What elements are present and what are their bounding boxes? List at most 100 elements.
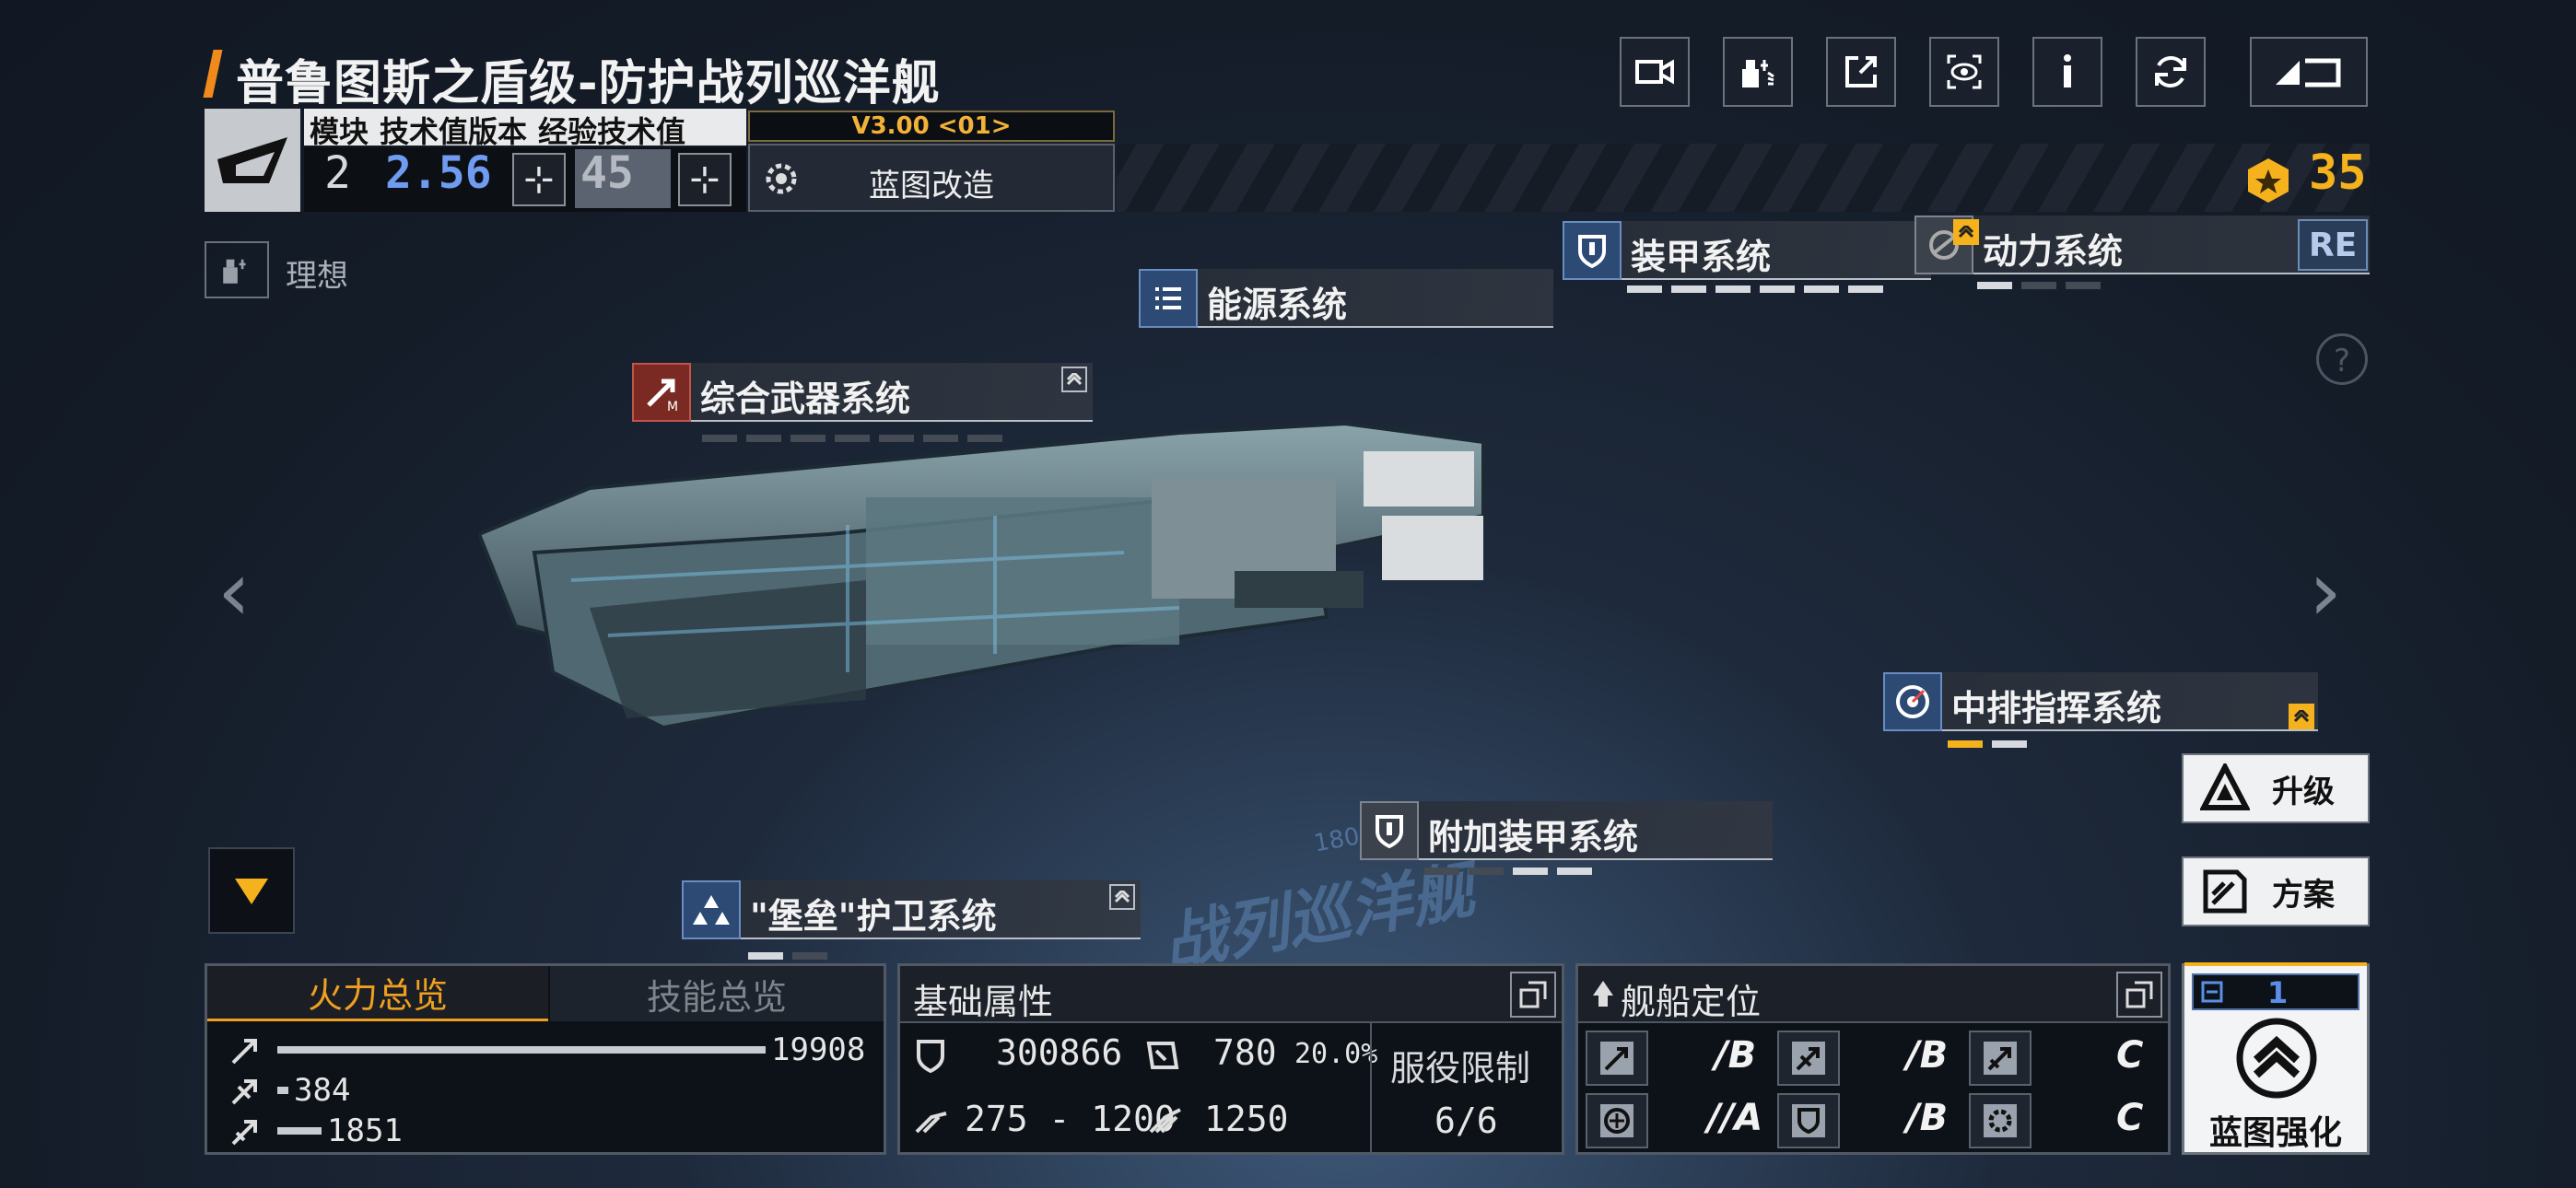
power-progress (1977, 282, 2101, 289)
energy-system-callout[interactable]: 能源系统 (1139, 269, 1553, 328)
siege-grade: C (2116, 1034, 2144, 1077)
back-button[interactable] (2250, 37, 2368, 107)
tech-add-button[interactable]: ⊹ (512, 153, 566, 206)
fortress-icon (682, 880, 741, 939)
help-button[interactable]: ? (2316, 333, 2368, 385)
tech-version-value: 2.56 (385, 147, 492, 199)
extra-armor-system-callout[interactable]: 附加装甲系统 (1360, 801, 1773, 860)
upgrade-button[interactable]: 升级 (2182, 753, 2370, 823)
defense-icon (1777, 1093, 1840, 1148)
header-stripes (1117, 144, 2370, 212)
base-attr-header: 基础属性 (900, 966, 1562, 1023)
crosshair-icon: ⊹ (523, 158, 555, 201)
blueprint-enhance-button[interactable]: 1 蓝图强化 (2182, 962, 2370, 1155)
chevron-rank-icon (2236, 1018, 2317, 1099)
copy-icon (2125, 981, 2153, 1008)
spray-icon (1742, 60, 1774, 87)
stat-labels: 模块 技术值版本 经验技术值 (304, 109, 746, 149)
scheme-button[interactable]: 方案 (2182, 856, 2370, 926)
ship-title: 普鲁图斯之盾级-防护战列巡洋舰 (236, 56, 941, 111)
copy-icon (1519, 981, 1547, 1008)
base-attr-panel: 基础属性 300866 780 20.0% 275 - 1200 1250 服役… (897, 963, 1564, 1155)
prev-ship-arrow[interactable]: ‹ (217, 543, 251, 640)
hp-shield-icon (917, 1040, 944, 1073)
power-re-badge: RE (2298, 219, 2368, 271)
escort-system-label: "堡垒"护卫系统 (750, 896, 997, 937)
blueprint-icon (2201, 981, 2223, 1003)
utility-grade: C (2116, 1097, 2144, 1139)
currency-icon (2244, 157, 2292, 208)
exp-add-button[interactable]: ⊹ (678, 153, 732, 206)
expand-button[interactable] (2116, 972, 2162, 1018)
speed-icon (915, 1112, 947, 1134)
expand-button[interactable] (1510, 972, 1556, 1018)
support-grade: //A (1707, 1097, 1763, 1139)
armor-value: 780 (1213, 1032, 1277, 1073)
command-system-label: 中排指挥系统 (1951, 688, 2162, 728)
info-button[interactable] (2032, 37, 2102, 107)
base-attr-title: 基础属性 (913, 982, 1054, 1022)
strike-grade: /B (1906, 1034, 1949, 1077)
collapse-caret-icon[interactable] (1061, 367, 1087, 392)
question-icon: ? (2333, 343, 2351, 379)
shield-icon (1360, 801, 1419, 860)
next-ship-arrow[interactable]: › (2309, 543, 2342, 640)
weapon-progress (702, 435, 1002, 442)
blueprint-modify-button[interactable]: 蓝图改造 (748, 144, 1115, 212)
triangle-down-icon (235, 879, 268, 904)
class-watermark: 战列巡洋舰 (1157, 854, 1480, 981)
service-value: 6/6 (1434, 1101, 1498, 1141)
shield-icon (1563, 221, 1622, 280)
attack-grade: /B (1715, 1034, 1757, 1077)
paint-button[interactable] (1723, 37, 1793, 107)
refresh-icon (2155, 55, 2186, 88)
attack-icon (1586, 1031, 1648, 1086)
armor-progress (1627, 285, 1883, 293)
speed-range: 275 - 1200 (965, 1099, 1176, 1139)
record-button[interactable] (1620, 37, 1690, 107)
upgrade-caret-icon (2289, 704, 2314, 729)
title-accent (203, 50, 223, 98)
firepower-bar (277, 1087, 288, 1094)
blueprint-modify-label: 蓝图改造 (869, 168, 994, 204)
blueprint-count-box: 1 (2192, 973, 2359, 1010)
view-button[interactable] (1929, 37, 1999, 107)
tab-firepower[interactable]: 火力总览 (207, 966, 548, 1021)
hp-value: 300866 (996, 1032, 1123, 1073)
spray-icon (223, 259, 246, 284)
extra-armor-system-label: 附加装甲系统 (1428, 817, 1639, 857)
firepower-value: 1851 (327, 1112, 403, 1149)
collapse-caret-icon[interactable] (1109, 884, 1135, 910)
upgrade-label: 升级 (2272, 773, 2335, 810)
module-label: 模块 (310, 114, 369, 149)
weapon-system-label: 综合武器系统 (700, 379, 911, 419)
command-system-callout[interactable]: 中排指挥系统 (1883, 672, 2318, 731)
scheme-icon (2203, 869, 2247, 914)
share-button[interactable] (1826, 37, 1896, 107)
tab-skills[interactable]: 技能总览 (550, 966, 884, 1021)
info-icon (2064, 54, 2071, 87)
upgrade-icon (2200, 763, 2250, 810)
filter-button[interactable] (208, 847, 295, 934)
ship-model (479, 421, 1485, 730)
upgrade-caret-icon (1953, 219, 1979, 245)
power-system-callout[interactable]: 动力系统 RE (1914, 215, 2370, 274)
command-progress (1948, 740, 2027, 748)
firepower-row: 19908 (229, 1031, 865, 1069)
armor-system-callout[interactable]: 装甲系统 (1563, 221, 1931, 280)
firepower-row: 384 (229, 1071, 350, 1110)
ideal-paint-button[interactable] (205, 241, 269, 298)
positioning-title: 舰船定位 (1621, 982, 1762, 1022)
ideal-label: 理想 (286, 258, 348, 295)
weapon-system-callout[interactable]: M 综合武器系统 (632, 363, 1093, 422)
blueprint-count: 1 (2267, 975, 2289, 1010)
escort-progress (748, 952, 827, 960)
attr-divider (1370, 1021, 1372, 1152)
escort-system-callout[interactable]: "堡垒"护卫系统 (682, 880, 1141, 939)
artillery-icon (231, 1120, 257, 1146)
refresh-button[interactable] (2136, 37, 2206, 107)
eye-scan-icon (1947, 54, 1982, 89)
rank-icon (1593, 981, 1613, 1007)
scheme-label: 方案 (2272, 876, 2335, 914)
power-system-label: 动力系统 (1983, 231, 2124, 272)
